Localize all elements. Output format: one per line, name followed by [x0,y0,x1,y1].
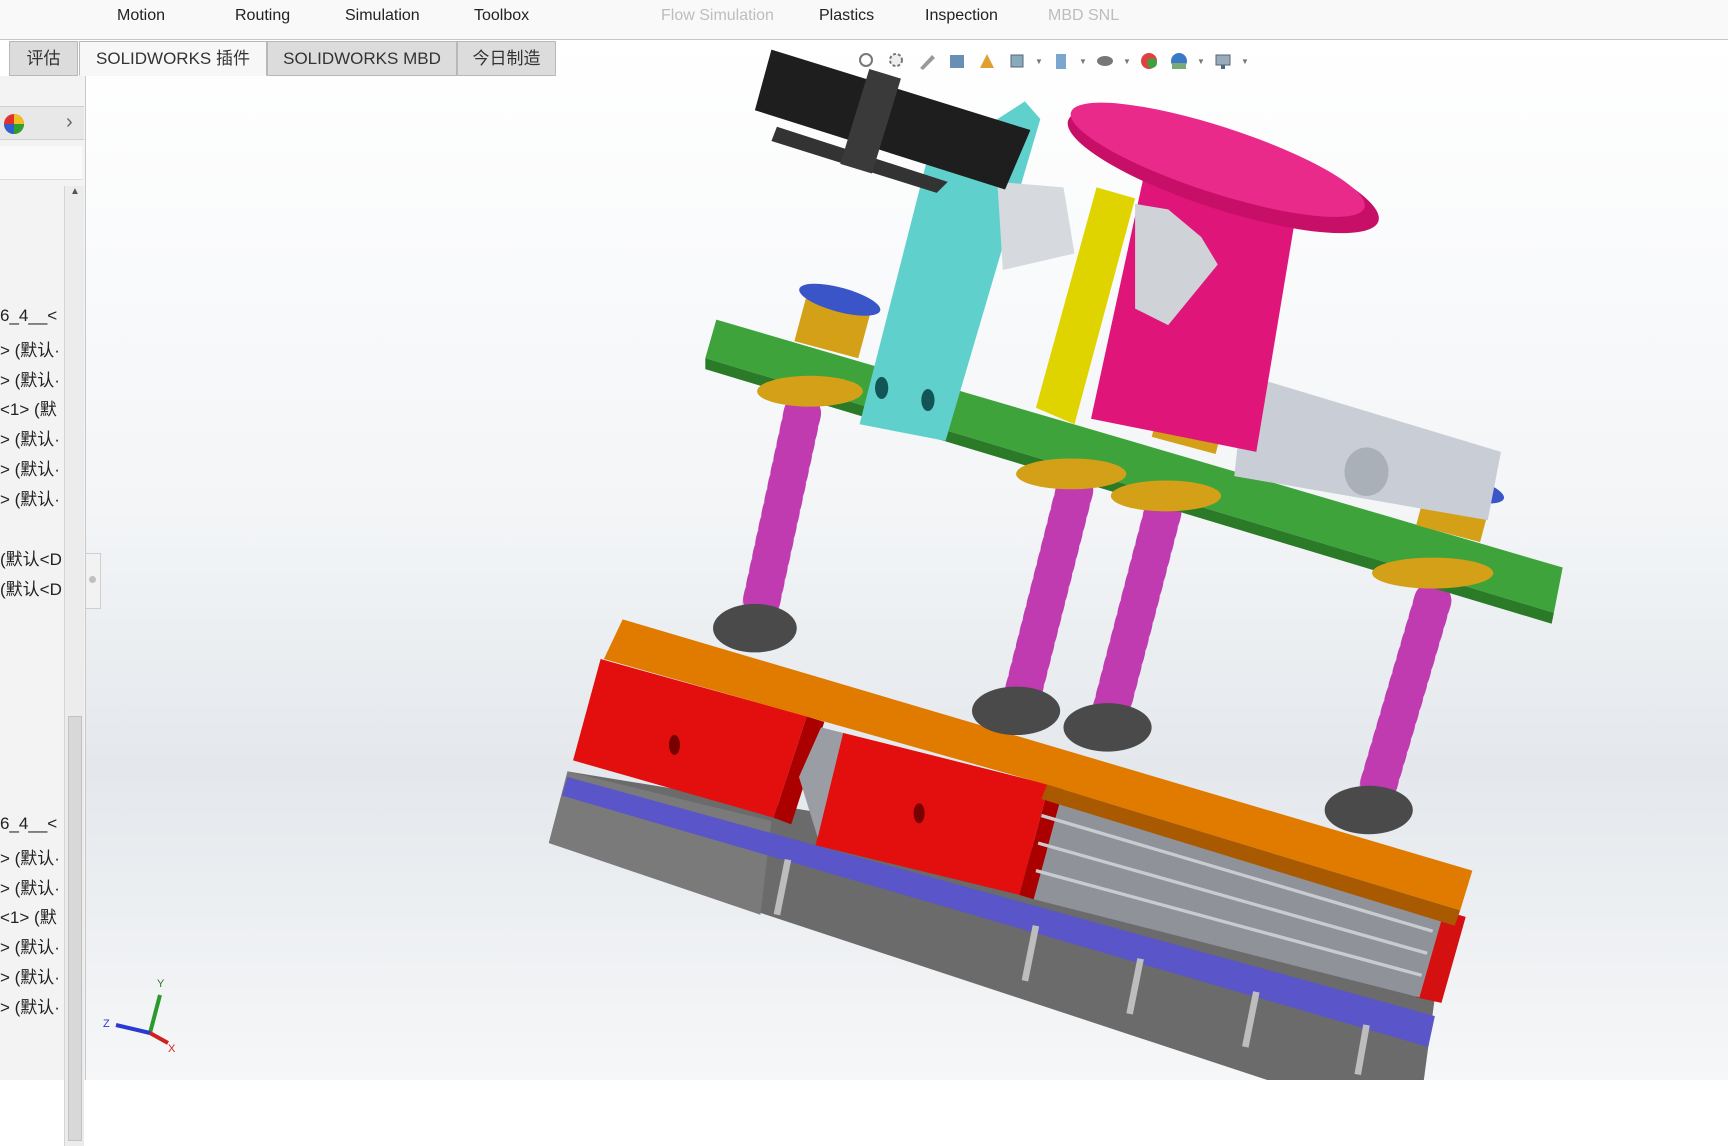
tree-item[interactable]: > (默认· [0,366,62,391]
zoom-to-fit-icon[interactable] [855,49,879,73]
panel-expand-button[interactable]: › [66,111,73,134]
triad-y-axis [148,994,162,1034]
previous-view-icon[interactable] [915,49,939,73]
tree-item[interactable]: > (默认· [0,336,62,361]
tree-item[interactable]: > (默认· [0,993,62,1018]
tree-item[interactable]: > (默认· [0,963,62,988]
tree-item[interactable]: (默认<D [0,575,62,600]
menu-inspection[interactable]: Inspection [925,7,998,25]
tab-solidworks-addins[interactable]: SOLIDWORKS 插件 [79,41,267,76]
assembly-model[interactable] [0,0,1728,1080]
panel-tab-strip: › [0,106,84,140]
scroll-up-arrow-icon[interactable]: ▲ [70,186,80,197]
filter-box[interactable] [0,146,82,180]
panel-splitter-handle[interactable] [86,553,101,609]
section-view-icon[interactable] [945,49,969,73]
tab-evaluate[interactable]: 评估 [9,41,78,76]
tab-today-manufacturing[interactable]: 今日制造 [457,41,556,76]
tree-item[interactable]: > (默认· [0,485,62,510]
menu-mbd-snl: MBD SNL [1048,7,1120,24]
triad-x-axis [149,1031,169,1045]
dynamic-annotation-icon[interactable] [975,49,999,73]
view-settings-icon[interactable] [1211,49,1235,73]
zoom-area-icon[interactable] [885,49,909,73]
menu-motion[interactable]: Motion [117,7,165,25]
tree-item[interactable]: 6_4__< [0,306,62,326]
tree-item[interactable]: > (默认· [0,933,62,958]
heads-up-view-toolbar: ▼ ▼ ▼ ▼ ▼ [855,46,1249,76]
tree-item[interactable]: > (默认· [0,455,62,480]
menu-toolbox[interactable]: Toolbox [474,7,529,25]
tree-item[interactable]: > (默认· [0,844,62,869]
menu-plastics[interactable]: Plastics [819,7,874,25]
view-orientation-icon[interactable] [1005,49,1029,73]
tab-solidworks-mbd[interactable]: SOLIDWORKS MBD [267,41,457,76]
display-style-icon[interactable] [1049,49,1073,73]
menu-simulation[interactable]: Simulation [345,7,420,25]
tree-item[interactable]: <1> (默 [0,903,62,928]
triad-x-label: X [168,1043,176,1055]
edit-appearance-icon[interactable] [1137,49,1161,73]
triad-y-label: Y [157,978,165,990]
triad-z-label: Z [103,1018,110,1030]
tree-item[interactable]: (默认<D [0,545,62,570]
appearance-icon[interactable] [2,112,26,136]
feature-manager-panel: › 6_4__< > (默认· > (默认· <1> (默 > (默认· > (默认· > … [0,76,86,1146]
tree-scrollbar[interactable]: ▲ [64,186,84,1146]
tree-item[interactable]: > (默认· [0,425,62,450]
menu-flow-simulation: Flow Simulation [661,7,774,24]
tree-item[interactable]: <1> (默 [0,395,62,420]
hide-show-icon[interactable] [1093,49,1117,73]
tree-item[interactable]: 6_4__< [0,814,62,834]
scrollbar-thumb[interactable] [68,716,82,1141]
reference-triad: Y Z X [103,978,176,1055]
command-manager-menubar: Motion Routing Simulation Toolbox Flow S… [0,0,1728,40]
apply-scene-icon[interactable] [1167,49,1191,73]
menu-routing[interactable]: Routing [235,7,290,25]
triad-z-axis [115,1023,151,1035]
tree-item[interactable]: > (默认· [0,874,62,899]
